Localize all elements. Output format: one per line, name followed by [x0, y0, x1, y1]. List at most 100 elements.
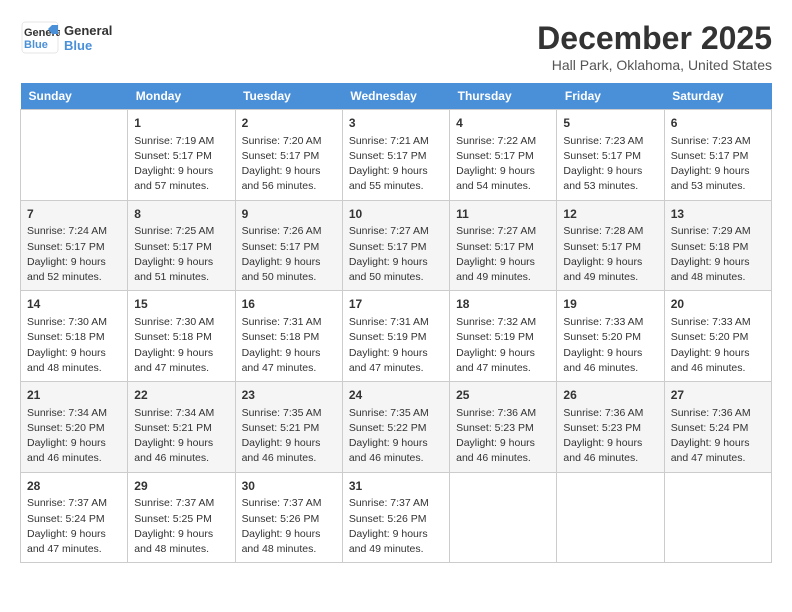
day-number: 13 [671, 206, 765, 223]
day-info: Sunrise: 7:36 AMSunset: 5:23 PMDaylight:… [456, 406, 550, 467]
calendar-cell: 8Sunrise: 7:25 AMSunset: 5:17 PMDaylight… [128, 200, 235, 291]
day-info: Sunrise: 7:31 AMSunset: 5:18 PMDaylight:… [242, 315, 336, 376]
calendar-cell [450, 472, 557, 563]
day-info: Sunrise: 7:23 AMSunset: 5:17 PMDaylight:… [671, 134, 765, 195]
day-info: Sunrise: 7:37 AMSunset: 5:25 PMDaylight:… [134, 496, 228, 557]
header-sunday: Sunday [21, 83, 128, 110]
week-row-5: 28Sunrise: 7:37 AMSunset: 5:24 PMDayligh… [21, 472, 772, 563]
calendar-cell: 9Sunrise: 7:26 AMSunset: 5:17 PMDaylight… [235, 200, 342, 291]
calendar-cell: 10Sunrise: 7:27 AMSunset: 5:17 PMDayligh… [342, 200, 449, 291]
day-info: Sunrise: 7:33 AMSunset: 5:20 PMDaylight:… [671, 315, 765, 376]
calendar-cell [557, 472, 664, 563]
day-number: 11 [456, 206, 550, 223]
calendar-table: SundayMondayTuesdayWednesdayThursdayFrid… [20, 83, 772, 563]
calendar-cell: 22 Sunrise: 7:34 AMSunset: 5:21 PMDayligh… [128, 382, 235, 473]
day-number: 20 [671, 296, 765, 313]
day-number: 10 [349, 206, 443, 223]
day-info: Sunrise: 7:26 AMSunset: 5:17 PMDaylight:… [242, 224, 336, 285]
calendar-cell: 29Sunrise: 7:37 AMSunset: 5:25 PMDayligh… [128, 472, 235, 563]
day-info: Sunrise: 7:21 AMSunset: 5:17 PMDaylight:… [349, 134, 443, 195]
header-row: SundayMondayTuesdayWednesdayThursdayFrid… [21, 83, 772, 110]
logo-text: GeneralBlue [64, 23, 112, 53]
day-number: 15 [134, 296, 228, 313]
calendar-cell: 28Sunrise: 7:37 AMSunset: 5:24 PMDayligh… [21, 472, 128, 563]
calendar-cell: 24 Sunrise: 7:35 AMSunset: 5:22 PMDayligh… [342, 382, 449, 473]
day-number: 31 [349, 478, 443, 495]
week-row-4: 21 Sunrise: 7:34 AMSunset: 5:20 PMDayligh… [21, 382, 772, 473]
day-info: Sunrise: 7:34 AMSunset: 5:21 PMDaylight:… [134, 406, 228, 467]
month-title: December 2025 [537, 20, 772, 57]
day-info: Sunrise: 7:22 AMSunset: 5:17 PMDaylight:… [456, 134, 550, 195]
day-info: Sunrise: 7:32 AMSunset: 5:19 PMDaylight:… [456, 315, 550, 376]
calendar-cell: 17 Sunrise: 7:31 AMSunset: 5:19 PMDayligh… [342, 291, 449, 382]
day-info: Sunrise: 7:30 AMSunset: 5:18 PMDaylight:… [27, 315, 121, 376]
day-info: Sunrise: 7:25 AMSunset: 5:17 PMDaylight:… [134, 224, 228, 285]
svg-text:Blue: Blue [24, 39, 48, 51]
title-block: December 2025 Hall Park, Oklahoma, Unite… [537, 20, 772, 73]
logo: General Blue GeneralBlue [20, 20, 112, 55]
day-info: Sunrise: 7:19 AMSunset: 5:17 PMDaylight:… [134, 134, 228, 195]
calendar-cell: 20 Sunrise: 7:33 AMSunset: 5:20 PMDayligh… [664, 291, 771, 382]
page-header: General Blue GeneralBlue December 2025 H… [20, 20, 772, 73]
header-saturday: Saturday [664, 83, 771, 110]
day-number: 24 [349, 387, 443, 404]
calendar-cell: 1 Sunrise: 7:19 AMSunset: 5:17 PMDaylight… [128, 110, 235, 201]
calendar-cell: 26Sunrise: 7:36 AMSunset: 5:23 PMDayligh… [557, 382, 664, 473]
header-wednesday: Wednesday [342, 83, 449, 110]
calendar-cell: 12Sunrise: 7:28 AMSunset: 5:17 PMDayligh… [557, 200, 664, 291]
day-number: 17 [349, 296, 443, 313]
day-number: 21 [27, 387, 121, 404]
day-info: Sunrise: 7:37 AMSunset: 5:26 PMDaylight:… [349, 496, 443, 557]
logo-icon: General Blue [20, 20, 60, 55]
calendar-cell: 5Sunrise: 7:23 AMSunset: 5:17 PMDaylight… [557, 110, 664, 201]
day-number: 6 [671, 115, 765, 132]
day-info: Sunrise: 7:36 AMSunset: 5:23 PMDaylight:… [563, 406, 657, 467]
day-info: Sunrise: 7:30 AMSunset: 5:18 PMDaylight:… [134, 315, 228, 376]
location: Hall Park, Oklahoma, United States [537, 57, 772, 73]
day-number: 29 [134, 478, 228, 495]
day-number: 1 [134, 115, 228, 132]
day-number: 30 [242, 478, 336, 495]
day-number: 14 [27, 296, 121, 313]
day-info: Sunrise: 7:24 AMSunset: 5:17 PMDaylight:… [27, 224, 121, 285]
day-info: Sunrise: 7:35 AMSunset: 5:22 PMDaylight:… [349, 406, 443, 467]
calendar-cell: 16 Sunrise: 7:31 AMSunset: 5:18 PMDayligh… [235, 291, 342, 382]
day-number: 23 [242, 387, 336, 404]
calendar-cell [21, 110, 128, 201]
day-number: 18 [456, 296, 550, 313]
header-monday: Monday [128, 83, 235, 110]
calendar-cell: 4Sunrise: 7:22 AMSunset: 5:17 PMDaylight… [450, 110, 557, 201]
day-number: 25 [456, 387, 550, 404]
day-number: 27 [671, 387, 765, 404]
day-number: 3 [349, 115, 443, 132]
calendar-cell [664, 472, 771, 563]
calendar-cell: 25 Sunrise: 7:36 AMSunset: 5:23 PMDayligh… [450, 382, 557, 473]
calendar-cell: 13Sunrise: 7:29 AMSunset: 5:18 PMDayligh… [664, 200, 771, 291]
day-number: 9 [242, 206, 336, 223]
week-row-3: 14 Sunrise: 7:30 AMSunset: 5:18 PMDayligh… [21, 291, 772, 382]
day-number: 28 [27, 478, 121, 495]
day-number: 5 [563, 115, 657, 132]
day-info: Sunrise: 7:27 AMSunset: 5:17 PMDaylight:… [349, 224, 443, 285]
header-tuesday: Tuesday [235, 83, 342, 110]
day-number: 16 [242, 296, 336, 313]
calendar-cell: 6 Sunrise: 7:23 AMSunset: 5:17 PMDaylight… [664, 110, 771, 201]
day-info: Sunrise: 7:31 AMSunset: 5:19 PMDaylight:… [349, 315, 443, 376]
day-number: 19 [563, 296, 657, 313]
day-info: Sunrise: 7:37 AMSunset: 5:24 PMDaylight:… [27, 496, 121, 557]
day-info: Sunrise: 7:29 AMSunset: 5:18 PMDaylight:… [671, 224, 765, 285]
calendar-cell: 11Sunrise: 7:27 AMSunset: 5:17 PMDayligh… [450, 200, 557, 291]
calendar-cell: 23Sunrise: 7:35 AMSunset: 5:21 PMDayligh… [235, 382, 342, 473]
day-info: Sunrise: 7:34 AMSunset: 5:20 PMDaylight:… [27, 406, 121, 467]
day-number: 7 [27, 206, 121, 223]
calendar-cell: 2Sunrise: 7:20 AMSunset: 5:17 PMDaylight… [235, 110, 342, 201]
day-number: 22 [134, 387, 228, 404]
calendar-cell: 19Sunrise: 7:33 AMSunset: 5:20 PMDayligh… [557, 291, 664, 382]
day-number: 12 [563, 206, 657, 223]
day-number: 8 [134, 206, 228, 223]
week-row-1: 1 Sunrise: 7:19 AMSunset: 5:17 PMDaylight… [21, 110, 772, 201]
week-row-2: 7Sunrise: 7:24 AMSunset: 5:17 PMDaylight… [21, 200, 772, 291]
calendar-cell: 7Sunrise: 7:24 AMSunset: 5:17 PMDaylight… [21, 200, 128, 291]
day-number: 2 [242, 115, 336, 132]
calendar-cell: 15 Sunrise: 7:30 AMSunset: 5:18 PMDayligh… [128, 291, 235, 382]
